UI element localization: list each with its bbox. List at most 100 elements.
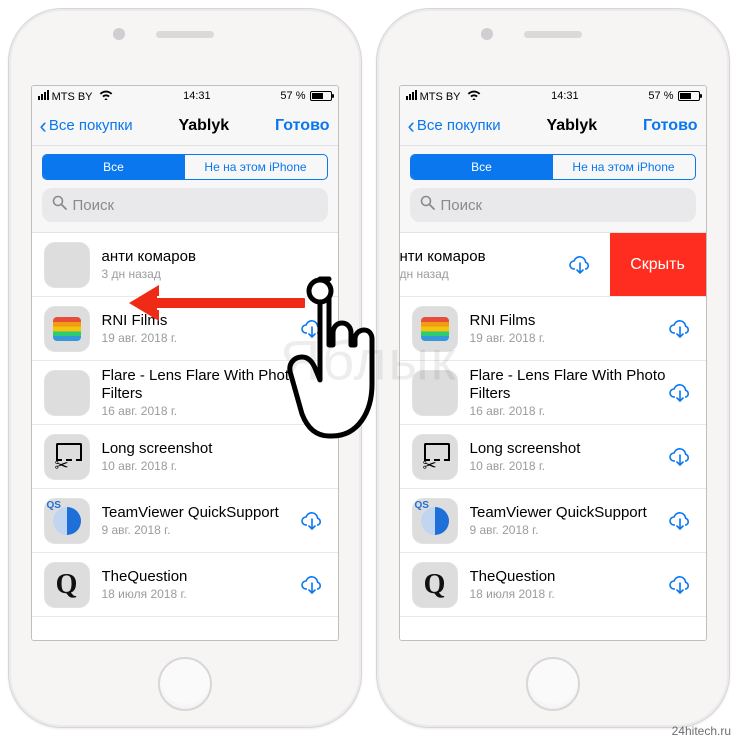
front-camera: [113, 28, 125, 40]
app-row[interactable]: TeamViewer QuickSupport9 авг. 2018 г.: [400, 489, 706, 553]
app-row[interactable]: нти комаров дн назад Скрыть: [400, 233, 706, 297]
search-field[interactable]: [410, 188, 696, 222]
battery-status: 57 %: [280, 90, 331, 102]
segmented-control-wrap: Все Не на этом iPhone: [32, 146, 338, 188]
app-date: 10 авг. 2018 г.: [470, 459, 666, 473]
app-row[interactable]: TheQuestion18 июля 2018 г.: [32, 553, 338, 617]
search-wrap: [32, 188, 338, 233]
app-icon: [44, 242, 90, 288]
app-text: Long screenshot 10 авг. 2018 г.: [470, 440, 666, 473]
app-name: RNI Films: [470, 312, 666, 329]
app-text: нти комаров дн назад: [400, 248, 566, 281]
app-icon: [412, 562, 458, 608]
app-name: нти комаров: [400, 248, 566, 265]
app-date: 18 июля 2018 г.: [470, 587, 666, 601]
app-text: Flare - Lens Flare With Photo Filters16 …: [470, 367, 666, 418]
app-name: Long screenshot: [102, 440, 326, 457]
app-date: 19 авг. 2018 г.: [102, 331, 298, 345]
search-input[interactable]: [73, 197, 318, 214]
clock: 14:31: [183, 90, 211, 102]
download-cloud-icon[interactable]: [566, 255, 594, 275]
app-row[interactable]: анти комаров 3 дн назад: [32, 233, 338, 297]
search-icon: [52, 195, 67, 215]
front-camera: [481, 28, 493, 40]
back-label: Все покупки: [49, 117, 133, 134]
app-icon: [412, 306, 458, 352]
download-cloud-icon[interactable]: [666, 319, 694, 339]
clock: 14:31: [551, 90, 579, 102]
search-field[interactable]: [42, 188, 328, 222]
app-name: анти комаров: [102, 248, 326, 265]
signal-bars-icon: [38, 90, 49, 100]
download-cloud-icon[interactable]: [298, 319, 326, 339]
iphone-frame-left: MTS BY 14:31 57 % ‹ Все покупки Yablyk Г: [8, 8, 362, 728]
segmented-control: Все Не на этом iPhone: [410, 154, 696, 180]
app-name: Flare - Lens Flare With Photo Filters: [470, 367, 666, 402]
app-icon: [44, 434, 90, 480]
app-icon: [412, 370, 458, 416]
app-text: TeamViewer QuickSupport9 авг. 2018 г.: [470, 504, 666, 537]
app-icon: [412, 498, 458, 544]
carrier: MTS BY: [406, 89, 482, 103]
app-date: 10 авг. 2018 г.: [102, 459, 326, 473]
app-date: дн назад: [400, 267, 566, 281]
download-cloud-icon[interactable]: [666, 575, 694, 595]
page-title: Yablyk: [546, 117, 597, 135]
search-input[interactable]: [441, 197, 686, 214]
app-row[interactable]: Flare - Lens Flare With Photo Filters16 …: [400, 361, 706, 425]
download-cloud-icon[interactable]: [666, 511, 694, 531]
app-text: RNI Films19 авг. 2018 г.: [102, 312, 298, 345]
tab-all[interactable]: Все: [43, 155, 185, 179]
download-cloud-icon[interactable]: [666, 447, 694, 467]
signal-bars-icon: [406, 90, 417, 100]
back-label: Все покупки: [417, 117, 501, 134]
source-credit: 24hitech.ru: [672, 724, 731, 738]
app-row[interactable]: TheQuestion18 июля 2018 г.: [400, 553, 706, 617]
status-bar: MTS BY 14:31 57 %: [32, 86, 338, 106]
search-wrap: [400, 188, 706, 233]
app-text: TheQuestion18 июля 2018 г.: [102, 568, 298, 601]
iphone-frame-right: MTS BY 14:31 57 % ‹ Все покупки Yablyk Г: [376, 8, 730, 728]
download-cloud-icon[interactable]: [298, 383, 326, 403]
app-icon: [44, 562, 90, 608]
app-row[interactable]: Flare - Lens Flare With Photo Filters16 …: [32, 361, 338, 425]
hide-button[interactable]: Скрыть: [610, 233, 706, 296]
app-date: 3 дн назад: [102, 267, 326, 281]
wifi-icon: [99, 89, 113, 103]
home-button[interactable]: [526, 657, 580, 711]
app-name: Flare - Lens Flare With Photo Filters: [102, 367, 298, 402]
segmented-control: Все Не на этом iPhone: [42, 154, 328, 180]
download-cloud-icon[interactable]: [298, 575, 326, 595]
tab-not-on-device[interactable]: Не на этом iPhone: [553, 155, 695, 179]
app-name: TheQuestion: [102, 568, 298, 585]
app-row[interactable]: Long screenshot 10 авг. 2018 г.: [32, 425, 338, 489]
home-button[interactable]: [158, 657, 212, 711]
back-button[interactable]: ‹ Все покупки: [408, 117, 501, 134]
status-bar: MTS BY 14:31 57 %: [400, 86, 706, 106]
done-button[interactable]: Готово: [275, 117, 329, 135]
screen: MTS BY 14:31 57 % ‹ Все покупки Yablyk Г: [31, 85, 339, 641]
app-name: TeamViewer QuickSupport: [102, 504, 298, 521]
done-button[interactable]: Готово: [643, 117, 697, 135]
app-text: RNI Films19 авг. 2018 г.: [470, 312, 666, 345]
page-title: Yablyk: [178, 117, 229, 135]
screen: MTS BY 14:31 57 % ‹ Все покупки Yablyk Г: [399, 85, 707, 641]
navigation-bar: ‹ Все покупки Yablyk Готово: [400, 106, 706, 146]
app-text: Flare - Lens Flare With Photo Filters16 …: [102, 367, 298, 418]
app-list[interactable]: нти комаров дн назад Скрыть RNI Films19 авг…: [400, 233, 706, 640]
tab-not-on-device[interactable]: Не на этом iPhone: [185, 155, 327, 179]
app-icon: [412, 434, 458, 480]
download-cloud-icon[interactable]: [298, 511, 326, 531]
app-icon: [44, 498, 90, 544]
app-text: анти комаров 3 дн назад: [102, 248, 326, 281]
app-list[interactable]: анти комаров 3 дн назад RNI Films19 авг. 2…: [32, 233, 338, 640]
app-row[interactable]: TeamViewer QuickSupport9 авг. 2018 г.: [32, 489, 338, 553]
app-row[interactable]: RNI Films19 авг. 2018 г.: [32, 297, 338, 361]
battery-icon: [678, 91, 700, 101]
app-row[interactable]: Long screenshot 10 авг. 2018 г.: [400, 425, 706, 489]
app-row[interactable]: RNI Films19 авг. 2018 г.: [400, 297, 706, 361]
download-cloud-icon[interactable]: [666, 383, 694, 403]
back-button[interactable]: ‹ Все покупки: [40, 117, 133, 134]
tab-all[interactable]: Все: [411, 155, 553, 179]
app-name: Long screenshot: [470, 440, 666, 457]
